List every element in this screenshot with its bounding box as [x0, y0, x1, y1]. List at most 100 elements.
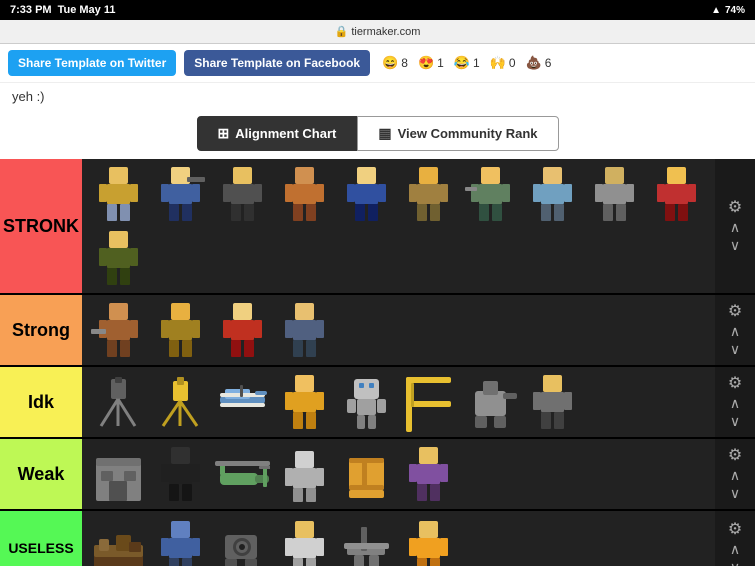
list-item[interactable] — [398, 163, 458, 225]
reaction-smile[interactable]: 😄 8 — [382, 55, 408, 71]
list-item[interactable] — [584, 163, 644, 225]
laugh-count: 1 — [473, 56, 480, 70]
list-item[interactable] — [460, 163, 520, 225]
list-item[interactable] — [336, 443, 396, 505]
tier-items-strong — [82, 295, 715, 365]
list-item[interactable] — [274, 163, 334, 225]
tier-items-idk — [82, 367, 715, 437]
list-item[interactable] — [150, 371, 210, 433]
gear-button-strong[interactable]: ⚙ — [726, 303, 744, 321]
list-item[interactable] — [398, 371, 458, 433]
down-button-strong[interactable]: ∨ — [728, 341, 742, 357]
character-svg — [277, 299, 332, 361]
up-button-weak[interactable]: ∧ — [728, 467, 742, 483]
gear-button-stronk[interactable]: ⚙ — [726, 199, 744, 217]
up-button-idk[interactable]: ∧ — [728, 395, 742, 411]
character-svg — [215, 299, 270, 361]
address-bar: 🔒 tiermaker.com — [0, 20, 755, 44]
list-item[interactable] — [522, 163, 582, 225]
up-button-useless[interactable]: ∧ — [728, 541, 742, 557]
laugh-emoji: 😂 — [454, 55, 470, 71]
poop-emoji: 💩 — [526, 55, 542, 71]
down-button-idk[interactable]: ∨ — [728, 413, 742, 429]
tier-row-useless: USELESS — [0, 511, 755, 566]
tab-alignment[interactable]: ⊞ Alignment Chart — [197, 116, 358, 151]
list-item[interactable] — [274, 517, 334, 566]
object-svg — [91, 517, 146, 566]
comment-area: yeh :) — [0, 83, 755, 108]
list-item[interactable] — [150, 443, 210, 505]
love-count: 1 — [437, 56, 444, 70]
list-item[interactable] — [398, 517, 458, 566]
down-button-stronk[interactable]: ∨ — [728, 237, 742, 253]
tier-label-idk: Idk — [0, 367, 82, 437]
character-svg — [401, 517, 456, 566]
list-item[interactable] — [460, 371, 520, 433]
grid-icon: ⊞ — [218, 125, 230, 142]
list-item[interactable] — [336, 517, 396, 566]
share-facebook-button[interactable]: Share Template on Facebook — [184, 50, 370, 76]
object-svg — [463, 371, 518, 433]
list-item[interactable] — [336, 163, 396, 225]
list-item[interactable] — [212, 443, 272, 505]
object-svg — [339, 443, 394, 505]
list-item[interactable] — [212, 163, 272, 225]
reaction-poop[interactable]: 💩 6 — [526, 55, 552, 71]
reaction-love[interactable]: 😍 1 — [418, 55, 444, 71]
character-svg — [91, 227, 146, 289]
list-item[interactable] — [212, 371, 272, 433]
tier-label-weak: Weak — [0, 439, 82, 509]
wifi-icon: ▲ — [711, 5, 721, 16]
down-button-weak[interactable]: ∨ — [728, 485, 742, 501]
list-item[interactable] — [88, 299, 148, 361]
tier-items-weak — [82, 439, 715, 509]
tier-label-strong: Strong — [0, 295, 82, 365]
list-item[interactable] — [522, 371, 582, 433]
reaction-hands[interactable]: 🙌 0 — [490, 55, 516, 71]
tier-controls-weak: ⚙ ∧ ∨ — [715, 439, 755, 509]
list-item[interactable] — [150, 163, 210, 225]
share-twitter-button[interactable]: Share Template on Twitter — [8, 50, 176, 76]
reaction-laugh[interactable]: 😂 1 — [454, 55, 480, 71]
object-svg — [339, 371, 394, 433]
list-item[interactable] — [150, 517, 210, 566]
list-item[interactable] — [274, 299, 334, 361]
list-item[interactable] — [150, 299, 210, 361]
list-item[interactable] — [88, 443, 148, 505]
down-button-useless[interactable]: ∨ — [728, 559, 742, 566]
list-item[interactable] — [88, 371, 148, 433]
reactions: 😄 8 😍 1 😂 1 🙌 0 💩 6 — [382, 55, 551, 71]
list-item[interactable] — [646, 163, 706, 225]
character-svg — [91, 299, 146, 361]
list-item[interactable] — [88, 517, 148, 566]
character-svg — [525, 371, 580, 433]
character-svg — [277, 517, 332, 566]
list-item[interactable] — [212, 517, 272, 566]
list-item[interactable] — [274, 443, 334, 505]
object-svg — [277, 443, 332, 505]
gear-button-idk[interactable]: ⚙ — [726, 375, 744, 393]
list-item[interactable] — [88, 227, 148, 289]
gear-button-weak[interactable]: ⚙ — [726, 447, 744, 465]
tab-community[interactable]: ▦ View Community Rank — [357, 116, 558, 151]
character-svg — [525, 163, 580, 225]
url-text: tiermaker.com — [351, 26, 420, 38]
list-item[interactable] — [212, 299, 272, 361]
tier-items-stronk — [82, 159, 715, 293]
list-item[interactable] — [336, 371, 396, 433]
character-svg — [401, 163, 456, 225]
tier-items-useless — [82, 511, 715, 566]
object-svg — [215, 443, 270, 505]
gear-button-useless[interactable]: ⚙ — [726, 521, 744, 539]
character-svg — [401, 443, 456, 505]
list-item[interactable] — [88, 163, 148, 225]
list-item[interactable] — [274, 371, 334, 433]
object-svg — [91, 371, 146, 433]
action-bar: Share Template on Twitter Share Template… — [0, 44, 755, 83]
list-item[interactable] — [398, 443, 458, 505]
poop-count: 6 — [545, 56, 552, 70]
object-svg — [215, 517, 270, 566]
date: Tue May 11 — [58, 4, 116, 16]
up-button-strong[interactable]: ∧ — [728, 323, 742, 339]
up-button-stronk[interactable]: ∧ — [728, 219, 742, 235]
